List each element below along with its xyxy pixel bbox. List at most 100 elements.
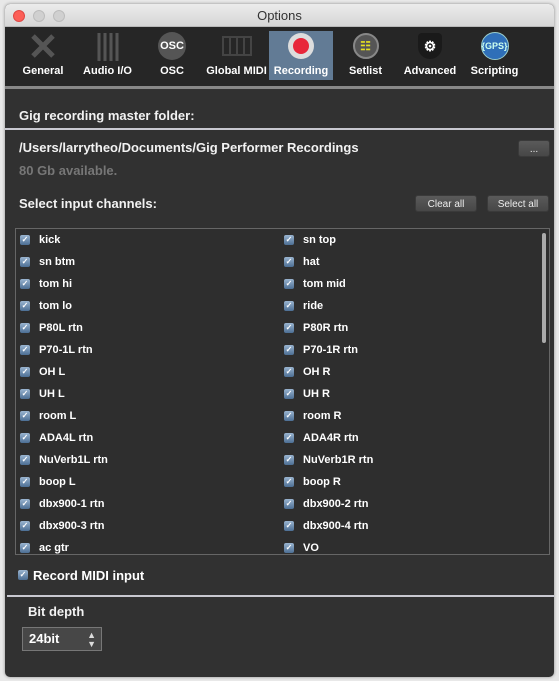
stepper-arrows-icon: ▲ ▼ bbox=[87, 630, 96, 649]
channel-checkbox[interactable]: ✓ room L bbox=[20, 408, 76, 424]
checkbox-checked-icon: ✓ bbox=[20, 323, 30, 333]
channel-checkbox[interactable]: ✓ UH R bbox=[284, 386, 330, 402]
channel-checkbox[interactable]: ✓ dbx900-3 rtn bbox=[20, 518, 104, 534]
select-all-button[interactable]: Select all bbox=[487, 195, 549, 212]
channel-list: ✓ kick ✓ sn top ✓ sn btm ✓ hat ✓ tom hi ✓ tom mid ✓ t… bbox=[15, 228, 550, 555]
channel-checkbox[interactable]: ✓ ac gtr bbox=[20, 540, 69, 556]
channel-checkbox[interactable]: ✓ NuVerb1R rtn bbox=[284, 452, 373, 468]
channel-checkbox[interactable]: ✓ ADA4R rtn bbox=[284, 430, 359, 446]
channel-checkbox[interactable]: ✓ UH L bbox=[20, 386, 65, 402]
channel-checkbox[interactable]: ✓ room R bbox=[284, 408, 342, 424]
channel-label: NuVerb1R rtn bbox=[303, 454, 374, 466]
channel-label: hat bbox=[303, 256, 320, 268]
setlist-icon: ☷ bbox=[334, 31, 398, 61]
tab-scripting[interactable]: {GPS} Scripting bbox=[463, 31, 527, 80]
tab-global-midi[interactable]: Global MIDI bbox=[205, 31, 269, 80]
channel-label: tom hi bbox=[39, 278, 72, 290]
channel-checkbox[interactable]: ✓ NuVerb1L rtn bbox=[20, 452, 108, 468]
checkbox-checked-icon: ✓ bbox=[20, 367, 30, 377]
tab-general[interactable]: General bbox=[11, 31, 75, 80]
checkbox-checked-icon: ✓ bbox=[284, 279, 294, 289]
channel-label: ADA4L rtn bbox=[39, 432, 94, 444]
bit-depth-select[interactable]: 24bit ▲ ▼ bbox=[22, 627, 102, 651]
channel-label: P70-1R rtn bbox=[303, 344, 359, 356]
checkbox-checked-icon: ✓ bbox=[284, 521, 294, 531]
channel-label: kick bbox=[39, 234, 61, 246]
channel-label: room R bbox=[303, 410, 342, 422]
checkbox-checked-icon: ✓ bbox=[284, 543, 294, 553]
channel-checkbox[interactable]: ✓ OH L bbox=[20, 364, 65, 380]
checkbox-checked-icon: ✓ bbox=[20, 235, 30, 245]
channel-label: boop L bbox=[39, 476, 76, 488]
tab-label: Scripting bbox=[470, 65, 519, 77]
channel-checkbox[interactable]: ✓ boop R bbox=[284, 474, 341, 490]
scrollbar[interactable] bbox=[542, 233, 546, 343]
channel-checkbox[interactable]: ✓ kick bbox=[20, 232, 60, 248]
tab-advanced[interactable]: ⚙ Advanced bbox=[398, 31, 462, 80]
channel-checkbox[interactable]: ✓ P80R rtn bbox=[284, 320, 348, 336]
record-midi-checkbox[interactable]: ✓ Record MIDI input bbox=[18, 567, 144, 583]
tab-label: Global MIDI bbox=[206, 65, 267, 77]
clear-all-button[interactable]: Clear all bbox=[415, 195, 477, 212]
channel-checkbox[interactable]: ✓ tom mid bbox=[284, 276, 346, 292]
channel-label: UH R bbox=[303, 388, 330, 400]
title-bar: Options bbox=[5, 4, 554, 27]
keyboard-icon bbox=[205, 31, 269, 61]
channel-label: NuVerb1L rtn bbox=[39, 454, 108, 466]
gps-icon: {GPS} bbox=[463, 31, 527, 61]
checkbox-checked-icon: ✓ bbox=[284, 499, 294, 509]
osc-icon: OSC bbox=[140, 31, 204, 61]
channel-checkbox[interactable]: ✓ sn btm bbox=[20, 254, 75, 270]
minimize-button[interactable] bbox=[33, 10, 45, 22]
channel-checkbox[interactable]: ✓ ride bbox=[284, 298, 323, 314]
channel-checkbox[interactable]: ✓ ADA4L rtn bbox=[20, 430, 93, 446]
record-midi-label: Record MIDI input bbox=[33, 567, 145, 583]
tab-label: Audio I/O bbox=[83, 65, 132, 77]
tab-label: Setlist bbox=[348, 65, 382, 77]
tab-osc[interactable]: OSC OSC bbox=[140, 31, 204, 80]
channel-label: room L bbox=[39, 410, 77, 422]
channel-checkbox[interactable]: ✓ OH R bbox=[284, 364, 331, 380]
channel-checkbox[interactable]: ✓ P80L rtn bbox=[20, 320, 83, 336]
channel-label: tom lo bbox=[39, 300, 72, 312]
channel-checkbox[interactable]: ✓ dbx900-4 rtn bbox=[284, 518, 368, 534]
checkbox-checked-icon: ✓ bbox=[284, 257, 294, 267]
channel-checkbox[interactable]: ✓ dbx900-1 rtn bbox=[20, 496, 104, 512]
channel-checkbox[interactable]: ✓ tom lo bbox=[20, 298, 72, 314]
checkbox-checked-icon: ✓ bbox=[20, 455, 30, 465]
bit-depth-label: Bit depth bbox=[28, 604, 85, 619]
gear-shield-icon: ⚙ bbox=[398, 31, 462, 61]
checkbox-checked-icon: ✓ bbox=[284, 323, 294, 333]
zoom-button[interactable] bbox=[53, 10, 65, 22]
channel-checkbox[interactable]: ✓ VO bbox=[284, 540, 319, 556]
channel-checkbox[interactable]: ✓ sn top bbox=[284, 232, 336, 248]
tab-label: Advanced bbox=[403, 65, 457, 77]
divider bbox=[7, 595, 554, 597]
channel-label: boop R bbox=[303, 476, 341, 488]
close-button[interactable] bbox=[13, 10, 25, 22]
browse-button[interactable]: ... bbox=[518, 140, 550, 157]
checkbox-checked-icon: ✓ bbox=[284, 235, 294, 245]
tab-audio-i-o[interactable]: Audio I/O bbox=[76, 31, 140, 80]
channel-label: ac gtr bbox=[39, 542, 69, 554]
channel-checkbox[interactable]: ✓ tom hi bbox=[20, 276, 72, 292]
checkbox-checked-icon: ✓ bbox=[284, 367, 294, 377]
checkbox-checked-icon: ✓ bbox=[284, 433, 294, 443]
channel-label: dbx900-1 rtn bbox=[39, 498, 105, 510]
record-icon bbox=[269, 31, 333, 61]
channel-checkbox[interactable]: ✓ P70-1L rtn bbox=[20, 342, 93, 358]
checkbox-checked-icon: ✓ bbox=[20, 279, 30, 289]
tab-setlist[interactable]: ☷ Setlist bbox=[334, 31, 398, 80]
channel-checkbox[interactable]: ✓ P70-1R rtn bbox=[284, 342, 358, 358]
channel-label: VO bbox=[303, 542, 319, 554]
channels-heading: Select input channels: bbox=[19, 196, 157, 211]
channel-checkbox[interactable]: ✓ boop L bbox=[20, 474, 76, 490]
channel-checkbox[interactable]: ✓ dbx900-2 rtn bbox=[284, 496, 368, 512]
checkbox-checked-icon: ✓ bbox=[20, 257, 30, 267]
channel-label: ADA4R rtn bbox=[303, 432, 359, 444]
wrench-screwdriver-icon bbox=[11, 31, 75, 61]
tab-recording[interactable]: Recording bbox=[269, 31, 333, 80]
channel-checkbox[interactable]: ✓ hat bbox=[284, 254, 320, 270]
checkbox-checked-icon: ✓ bbox=[284, 477, 294, 487]
checkbox-checked-icon: ✓ bbox=[20, 389, 30, 399]
